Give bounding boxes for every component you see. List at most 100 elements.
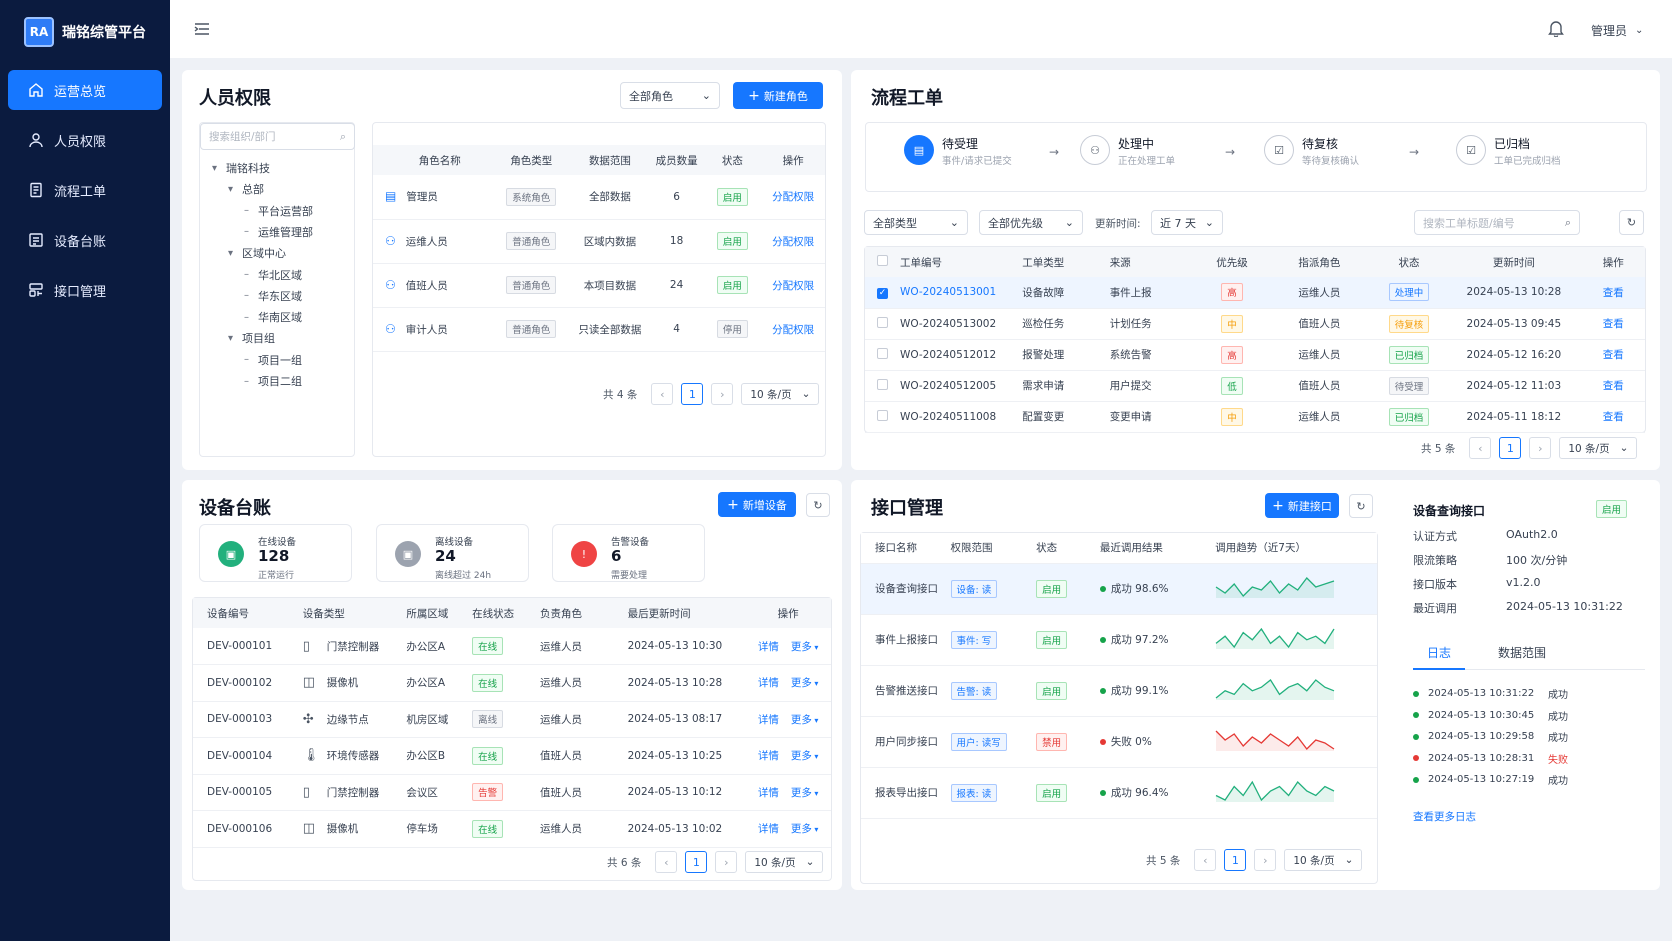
- time-filter-select[interactable]: 近 7 天 ⌄: [1151, 210, 1223, 235]
- next-page-button[interactable]: ›: [715, 851, 738, 873]
- table-row[interactable]: DEV-000102 ◫ 摄像机 办公区A 在线 运维人员 2024-05-13 10:28…: [193, 664, 831, 702]
- workorder-id[interactable]: WO-20240511008: [899, 401, 1023, 433]
- log-item[interactable]: 2024-05-13 10:29:58 成功: [1413, 729, 1633, 744]
- table-row[interactable]: 告警推送接口 告警: 读 启用 成功 99.1%: [861, 665, 1377, 717]
- assign-permission-link[interactable]: 分配权限: [772, 280, 814, 292]
- row-checkbox[interactable]: [865, 401, 900, 433]
- tree-node[interactable]: – 华北区域: [244, 267, 302, 283]
- next-page-button[interactable]: ›: [1254, 849, 1277, 871]
- assign-permission-link[interactable]: 分配权限: [772, 236, 814, 248]
- tree-node[interactable]: – 华南区域: [244, 309, 302, 325]
- refresh-icon[interactable]: ↻: [1349, 494, 1373, 518]
- workorder-search-input[interactable]: 搜索工单标题/编号 ⌕: [1414, 210, 1580, 235]
- sidebar-item-workflow[interactable]: 流程工单: [8, 170, 162, 210]
- page-size-select[interactable]: 10 条/页 ⌄: [741, 383, 820, 405]
- user-menu[interactable]: 管理员 ⌄: [1591, 22, 1643, 39]
- menu-fold-icon[interactable]: [194, 22, 210, 39]
- table-row[interactable]: WO-20240513002 巡检任务 计划任务 中 值班人员 待复核 2024-05-13…: [865, 308, 1645, 340]
- row-checkbox[interactable]: [865, 339, 900, 371]
- page-number-button[interactable]: 1: [681, 383, 704, 405]
- table-row[interactable]: DEV-000104 🌡 环境传感器 办公区B 在线 值班人员 2024-05-13 10:…: [193, 737, 831, 775]
- sidebar-item-devices[interactable]: 设备台账: [8, 220, 162, 260]
- more-link[interactable]: 更多: [791, 641, 812, 653]
- sidebar-item-api[interactable]: 接口管理: [8, 270, 162, 310]
- next-page-button[interactable]: ›: [1529, 437, 1552, 459]
- tree-node[interactable]: ▾ 瑞铭科技: [212, 160, 270, 176]
- tab-data-scope[interactable]: 数据范围: [1487, 644, 1557, 670]
- prev-page-button[interactable]: ‹: [651, 383, 674, 405]
- log-item[interactable]: 2024-05-13 10:27:19 成功: [1413, 772, 1633, 787]
- workorder-id[interactable]: WO-20240512005: [899, 370, 1023, 402]
- view-link[interactable]: 查看: [1603, 287, 1624, 299]
- tree-node[interactable]: – 项目二组: [244, 373, 302, 389]
- detail-link[interactable]: 详情: [758, 750, 779, 762]
- view-link[interactable]: 查看: [1603, 318, 1624, 330]
- tree-node[interactable]: – 华东区域: [244, 288, 302, 304]
- view-more-logs-link[interactable]: 查看更多日志: [1413, 809, 1476, 824]
- new-role-button[interactable]: + 新建角色: [733, 82, 823, 109]
- table-row[interactable]: 用户同步接口 用户: 读写 禁用 失败 0%: [861, 716, 1377, 768]
- table-row[interactable]: DEV-000101 ▯ 门禁控制器 办公区A 在线 运维人员 2024-05-13 10:…: [193, 628, 831, 665]
- bell-icon[interactable]: [1548, 20, 1564, 40]
- refresh-icon[interactable]: ↻: [806, 493, 830, 517]
- table-row[interactable]: WO-20240512005 需求申请 用户提交 低 值班人员 待受理 2024-05-12…: [865, 370, 1645, 402]
- tree-node[interactable]: – 项目一组: [244, 352, 302, 368]
- table-row[interactable]: WO-20240512012 报警处理 系统告警 高 运维人员 已归档 2024-05-12…: [865, 339, 1645, 371]
- sidebar-item-overview[interactable]: 运营总览: [8, 70, 162, 110]
- view-link[interactable]: 查看: [1603, 411, 1624, 423]
- page-size-select[interactable]: 10 条/页 ⌄: [1559, 437, 1638, 459]
- table-row[interactable]: DEV-000103 ✣ 边缘节点 机房区域 离线 运维人员 2024-05-13 08:1…: [193, 701, 831, 738]
- page-size-select[interactable]: 10 条/页 ⌄: [745, 851, 824, 873]
- log-item[interactable]: 2024-05-13 10:30:45 成功: [1413, 708, 1633, 723]
- more-link[interactable]: 更多: [791, 787, 812, 799]
- view-link[interactable]: 查看: [1603, 349, 1624, 361]
- table-row[interactable]: 报表导出接口 报表: 读 启用 成功 96.4%: [861, 767, 1377, 819]
- page-number-button[interactable]: 1: [685, 851, 708, 873]
- table-row[interactable]: DEV-000105 ▯ 门禁控制器 会议区 告警 值班人员 2024-05-13 10:1…: [193, 774, 831, 811]
- row-checkbox[interactable]: [865, 308, 900, 340]
- detail-link[interactable]: 详情: [758, 787, 779, 799]
- detail-link[interactable]: 详情: [758, 714, 779, 726]
- workflow-step[interactable]: ☑ 待复核 等待复核确认: [1264, 133, 1414, 169]
- table-row[interactable]: 事件上报接口 事件: 写 启用 成功 97.2%: [861, 614, 1377, 666]
- tab-logs[interactable]: 日志: [1413, 644, 1465, 670]
- tree-node[interactable]: – 平台运营部: [244, 203, 313, 219]
- page-size-select[interactable]: 10 条/页 ⌄: [1284, 849, 1363, 871]
- tree-node[interactable]: ▾ 区域中心: [228, 245, 286, 261]
- log-item[interactable]: 2024-05-13 10:28:31 失败: [1413, 751, 1633, 766]
- type-filter-select[interactable]: 全部类型 ⌄: [864, 210, 968, 235]
- tree-node[interactable]: ▾ 项目组: [228, 330, 275, 346]
- table-row[interactable]: ⚇ 值班人员 普通角色 本项目数据 24 启用 分配权限: [373, 263, 825, 308]
- refresh-icon[interactable]: ↻: [1619, 210, 1644, 235]
- row-checkbox[interactable]: ✓: [865, 277, 900, 309]
- new-api-button[interactable]: + 新建接口: [1265, 493, 1339, 518]
- detail-link[interactable]: 详情: [758, 641, 779, 653]
- table-row[interactable]: ▤ 管理员 系统角色 全部数据 6 启用 分配权限: [373, 175, 825, 220]
- more-link[interactable]: 更多: [791, 823, 812, 835]
- prev-page-button[interactable]: ‹: [1194, 849, 1217, 871]
- org-search-input[interactable]: 搜索组织/部门 ⌕: [200, 123, 355, 150]
- view-link[interactable]: 查看: [1603, 380, 1624, 392]
- workflow-step[interactable]: ☑ 已归档 工单已完成归档: [1456, 133, 1606, 169]
- workorder-id[interactable]: WO-20240513001: [899, 277, 1023, 309]
- more-link[interactable]: 更多: [791, 714, 812, 726]
- page-number-button[interactable]: 1: [1499, 437, 1522, 459]
- workorder-id[interactable]: WO-20240513002: [899, 308, 1023, 340]
- table-row[interactable]: DEV-000106 ◫ 摄像机 停车场 在线 运维人员 2024-05-13 10:02 详…: [193, 810, 831, 848]
- priority-filter-select[interactable]: 全部优先级 ⌄: [979, 210, 1083, 235]
- stat-card[interactable]: ▣ 离线设备 24 离线超过 24h: [376, 524, 529, 582]
- table-row[interactable]: 设备查询接口 设备: 读 启用 成功 98.6%: [861, 563, 1377, 615]
- stat-card[interactable]: ▣ 在线设备 128 正常运行: [199, 524, 352, 582]
- more-link[interactable]: 更多: [791, 750, 812, 762]
- tree-node[interactable]: – 运维管理部: [244, 224, 313, 240]
- table-row[interactable]: ✓ WO-20240513001 设备故障 事件上报 高 运维人员 处理中 2024-05-1…: [865, 277, 1645, 309]
- page-number-button[interactable]: 1: [1224, 849, 1247, 871]
- log-item[interactable]: 2024-05-13 10:31:22 成功: [1413, 686, 1633, 701]
- select-all-checkbox[interactable]: [865, 247, 900, 277]
- add-device-button[interactable]: + 新增设备: [718, 492, 796, 517]
- assign-permission-link[interactable]: 分配权限: [772, 191, 814, 203]
- prev-page-button[interactable]: ‹: [1469, 437, 1492, 459]
- workflow-step[interactable]: ⚇ 处理中 正在处理工单: [1080, 133, 1230, 169]
- stat-card[interactable]: ! 告警设备 6 需要处理: [552, 524, 705, 582]
- sidebar-item-people[interactable]: 人员权限: [8, 120, 162, 160]
